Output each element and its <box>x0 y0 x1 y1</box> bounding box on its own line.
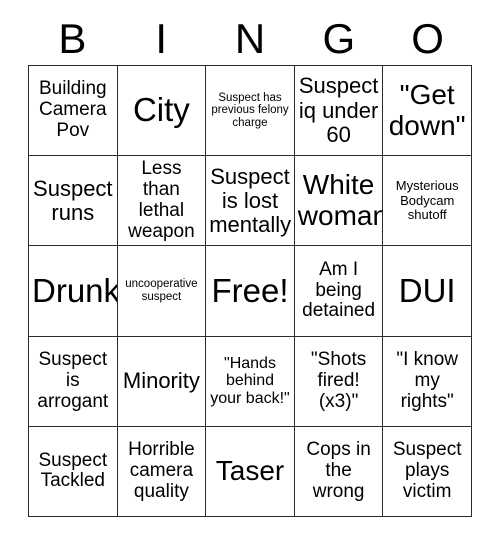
bingo-header-letter-b: B <box>58 15 87 62</box>
bingo-cell-label: "Hands behind your back!" <box>210 354 290 407</box>
bingo-cell-label: Suspect plays victim <box>392 439 462 502</box>
bingo-cell-label: Suspect iq under 60 <box>298 73 379 147</box>
bingo-cell-label: Minority <box>122 368 200 394</box>
bingo-card: B I N G O Building Camera Pov City Suspect… <box>0 0 500 544</box>
bingo-cell-label: uncooperative suspect <box>125 278 198 303</box>
bingo-cell[interactable]: "I know my rights" <box>383 336 472 427</box>
bingo-cell[interactable]: DUI <box>383 246 472 337</box>
bingo-cell-label: "Shots fired! (x3)" <box>310 348 367 412</box>
bingo-header-letter-o: O <box>411 15 444 62</box>
bingo-header-letter-i: I <box>155 15 168 62</box>
bingo-cell[interactable]: uncooperative suspect <box>117 246 207 337</box>
bingo-cell-label: Suspect is arrogant <box>37 348 109 412</box>
bingo-cell[interactable]: Suspect is lost mentally <box>206 156 295 247</box>
bingo-cell-label: Taser <box>215 454 285 486</box>
bingo-cell[interactable]: Suspect iq under 60 <box>294 66 384 157</box>
bingo-cell-label: Suspect has previous felony charge <box>211 91 289 129</box>
bingo-cell-label: Horrible camera quality <box>128 439 195 502</box>
bingo-header-letter-g: G <box>322 15 356 62</box>
bingo-cell-label: Drunk <box>32 271 118 309</box>
bingo-cell-label: "Get down" <box>388 78 466 141</box>
bingo-cell-label: Suspect runs <box>33 175 113 225</box>
bingo-cell-label: Suspect Tackled <box>38 449 108 492</box>
bingo-cell-free-space[interactable]: Free! <box>206 246 295 337</box>
bingo-cell[interactable]: Cops in the wrong <box>294 426 384 517</box>
bingo-cell-label: Cops in the wrong <box>306 439 371 502</box>
bingo-cell[interactable]: White woman <box>294 156 384 247</box>
bingo-cell-label: Less than lethal weapon <box>128 158 195 242</box>
bingo-cell[interactable]: Suspect has previous felony charge <box>206 66 295 157</box>
bingo-cell[interactable]: Am I being detained <box>294 246 384 337</box>
bingo-cell[interactable]: Suspect runs <box>29 156 118 247</box>
bingo-cell[interactable]: Suspect is arrogant <box>29 336 118 427</box>
bingo-cell-label: DUI <box>398 271 456 309</box>
bingo-cell-label: Free! <box>211 271 289 309</box>
bingo-cell-label: Suspect is lost mentally <box>209 163 292 237</box>
bingo-cell[interactable]: Drunk <box>29 246 118 337</box>
bingo-cell[interactable]: Suspect Tackled <box>29 426 118 517</box>
bingo-cell-label: Mysterious Bodycam shutoff <box>395 178 459 222</box>
bingo-cell[interactable]: Suspect plays victim <box>383 426 472 517</box>
bingo-cell[interactable]: "Get down" <box>383 66 472 157</box>
bingo-cell[interactable]: City <box>117 66 207 157</box>
bingo-cell-label: "I know my rights" <box>396 348 459 412</box>
bingo-cell-label: Am I being detained <box>302 258 376 322</box>
bingo-cell-label: White woman <box>297 168 384 231</box>
bingo-cell[interactable]: Building Camera Pov <box>29 66 118 157</box>
bingo-cell-label: City <box>132 91 190 129</box>
bingo-cell[interactable]: "Hands behind your back!" <box>206 336 295 427</box>
bingo-cell-label: Building Camera Pov <box>38 78 107 142</box>
bingo-cell[interactable]: Less than lethal weapon <box>117 156 207 247</box>
bingo-header-letter-n: N <box>234 15 266 62</box>
bingo-cell[interactable]: "Shots fired! (x3)" <box>294 336 384 427</box>
bingo-cell[interactable]: Taser <box>206 426 295 517</box>
bingo-grid: Building Camera Pov City Suspect has previ… <box>28 65 472 517</box>
bingo-header: B I N G O <box>28 14 472 64</box>
bingo-cell[interactable]: Minority <box>117 336 207 427</box>
bingo-cell[interactable]: Horrible camera quality <box>117 426 207 517</box>
bingo-cell[interactable]: Mysterious Bodycam shutoff <box>383 156 472 247</box>
